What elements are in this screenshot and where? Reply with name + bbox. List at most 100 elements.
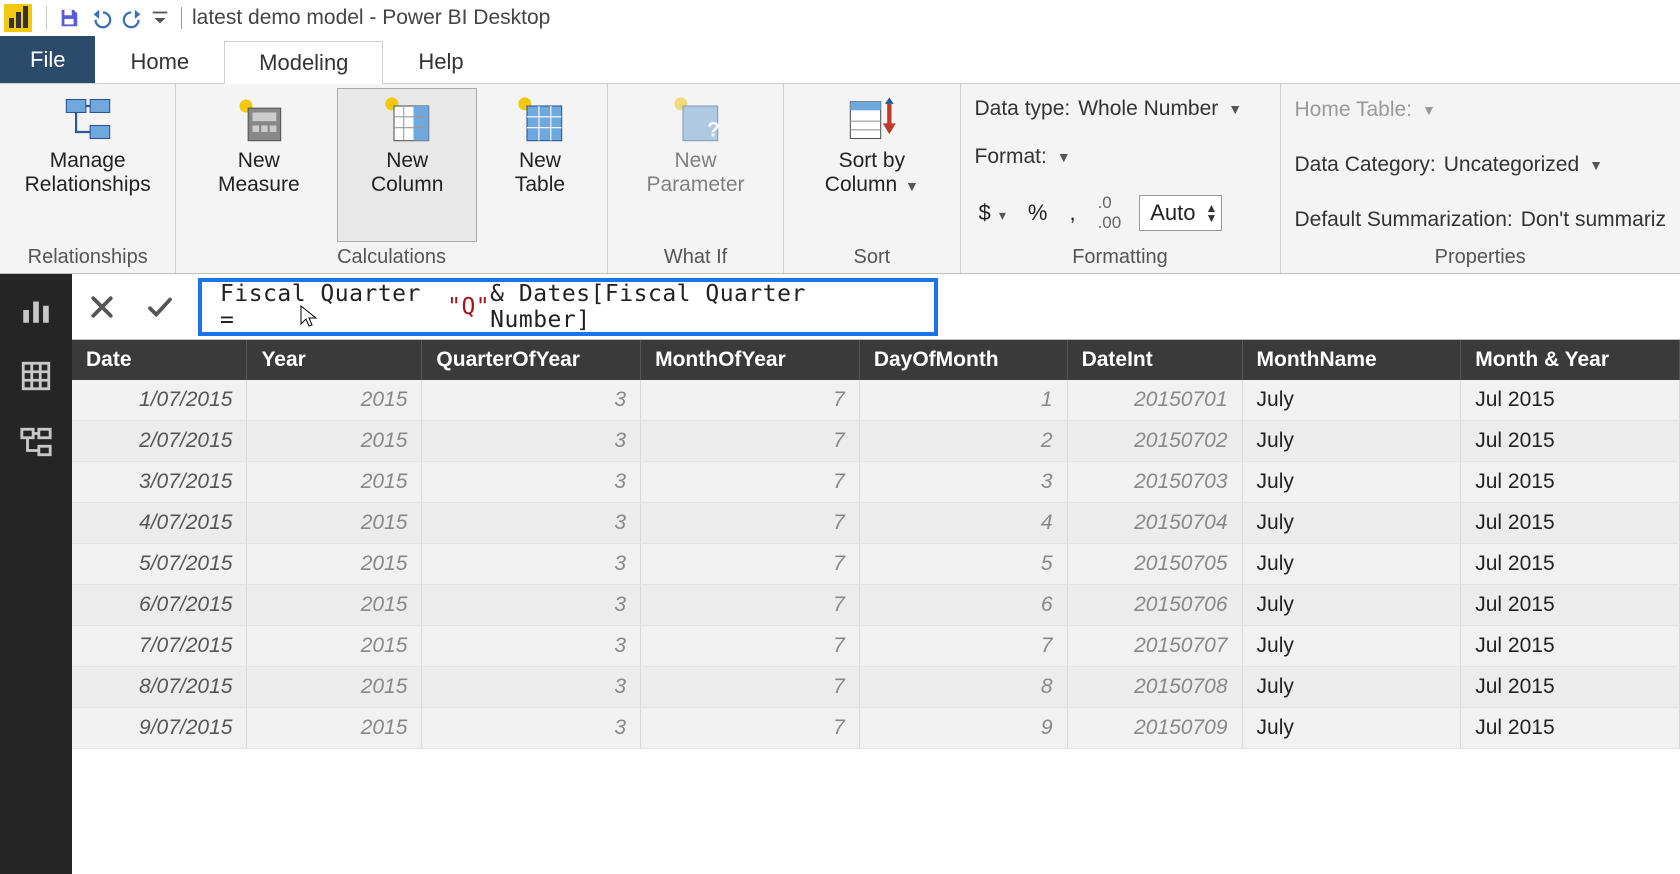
cell[interactable]: Jul 2015 [1461,503,1680,544]
cell[interactable]: Jul 2015 [1461,544,1680,585]
cell[interactable]: 7 [641,421,860,462]
cell[interactable]: 3 [422,421,641,462]
cell[interactable]: 6 [859,585,1067,626]
column-header[interactable]: MonthOfYear [641,340,860,380]
cell[interactable]: 2015 [247,380,422,421]
table-row[interactable]: 4/07/2015201537420150704JulyJul 2015 [72,503,1680,544]
cell[interactable]: July [1242,626,1461,667]
cell[interactable]: 20150703 [1067,462,1242,503]
column-header[interactable]: DateInt [1067,340,1242,380]
cell[interactable]: 3 [422,503,641,544]
cell[interactable]: 7 [641,503,860,544]
undo-button[interactable] [85,2,117,34]
cell[interactable]: 20150704 [1067,503,1242,544]
table-row[interactable]: 5/07/2015201537520150705JulyJul 2015 [72,544,1680,585]
cell[interactable]: 3 [422,544,641,585]
cell[interactable]: 5/07/2015 [72,544,247,585]
cell[interactable]: 4/07/2015 [72,503,247,544]
cell[interactable]: July [1242,380,1461,421]
decimals-stepper[interactable]: Auto ▲▼ [1139,195,1222,231]
data-view-button[interactable] [14,354,58,398]
cell[interactable]: 1 [859,380,1067,421]
sort-by-column-button[interactable]: Sort by Column ▼ [792,88,951,242]
table-row[interactable]: 9/07/2015201537920150709JulyJul 2015 [72,708,1680,749]
new-measure-button[interactable]: New Measure [184,88,333,242]
customize-qat-button[interactable] [149,2,171,34]
cell[interactable]: Jul 2015 [1461,462,1680,503]
column-header[interactable]: Year [247,340,422,380]
cell[interactable]: 3 [422,626,641,667]
cell[interactable]: 2 [859,421,1067,462]
cell[interactable]: 3 [859,462,1067,503]
cell[interactable]: Jul 2015 [1461,421,1680,462]
cell[interactable]: 20150709 [1067,708,1242,749]
cell[interactable]: 1/07/2015 [72,380,247,421]
cell[interactable]: 9/07/2015 [72,708,247,749]
cell[interactable]: 7 [641,708,860,749]
cell[interactable]: 3 [422,462,641,503]
cell[interactable]: 20150706 [1067,585,1242,626]
cell[interactable]: July [1242,708,1461,749]
tab-help[interactable]: Help [383,40,498,83]
cell[interactable]: July [1242,421,1461,462]
cell[interactable]: July [1242,503,1461,544]
currency-button[interactable]: $ ▾ [975,200,1010,226]
new-table-button[interactable]: New Table [481,88,599,242]
column-header[interactable]: Month & Year [1461,340,1680,380]
cell[interactable]: 3 [422,708,641,749]
cell[interactable]: Jul 2015 [1461,626,1680,667]
cell[interactable]: 7/07/2015 [72,626,247,667]
redo-button[interactable] [117,2,149,34]
table-row[interactable]: 8/07/2015201537820150708JulyJul 2015 [72,667,1680,708]
cell[interactable]: 5 [859,544,1067,585]
cell[interactable]: 2/07/2015 [72,421,247,462]
table-row[interactable]: 1/07/2015201537120150701JulyJul 2015 [72,380,1680,421]
cell[interactable]: 8/07/2015 [72,667,247,708]
manage-relationships-button[interactable]: Manage Relationships [8,88,167,242]
cell[interactable]: 20150701 [1067,380,1242,421]
table-row[interactable]: 2/07/2015201537220150702JulyJul 2015 [72,421,1680,462]
column-header[interactable]: MonthName [1242,340,1461,380]
cell[interactable]: 3/07/2015 [72,462,247,503]
tab-modeling[interactable]: Modeling [224,41,383,84]
commit-formula-button[interactable] [140,287,180,327]
tab-file[interactable]: File [0,36,95,83]
default-summarization-dropdown[interactable]: Default Summarization: Don't summariz [1295,208,1666,232]
cell[interactable]: July [1242,667,1461,708]
cell[interactable]: Jul 2015 [1461,708,1680,749]
cell[interactable]: 2015 [247,544,422,585]
cell[interactable]: 7 [641,667,860,708]
cell[interactable]: 7 [641,380,860,421]
cell[interactable]: 7 [641,462,860,503]
data-type-dropdown[interactable]: Data type: Whole Number ▼ [975,97,1243,121]
cell[interactable]: 6/07/2015 [72,585,247,626]
cell[interactable]: Jul 2015 [1461,380,1680,421]
format-dropdown[interactable]: Format: ▼ [975,145,1243,169]
cell[interactable]: 2015 [247,421,422,462]
data-category-dropdown[interactable]: Data Category: Uncategorized ▼ [1295,153,1666,177]
cell[interactable]: 8 [859,667,1067,708]
cell[interactable]: July [1242,544,1461,585]
cell[interactable]: 20150702 [1067,421,1242,462]
thousands-button[interactable]: , [1065,200,1079,226]
cell[interactable]: 2015 [247,626,422,667]
cell[interactable]: 2015 [247,667,422,708]
cell[interactable]: 2015 [247,585,422,626]
cell[interactable]: 3 [422,585,641,626]
cell[interactable]: 4 [859,503,1067,544]
cell[interactable]: 7 [859,626,1067,667]
column-header[interactable]: QuarterOfYear [422,340,641,380]
cell[interactable]: 2015 [247,503,422,544]
cell[interactable]: July [1242,585,1461,626]
cancel-formula-button[interactable] [82,287,122,327]
formula-input[interactable]: Fiscal Quarter = "Q" & Dates[Fiscal Quar… [198,278,938,336]
cell[interactable]: Jul 2015 [1461,667,1680,708]
cell[interactable]: 3 [422,667,641,708]
cell[interactable]: 20150707 [1067,626,1242,667]
cell[interactable]: 9 [859,708,1067,749]
cell[interactable]: 2015 [247,462,422,503]
cell[interactable]: Jul 2015 [1461,585,1680,626]
table-row[interactable]: 6/07/2015201537620150706JulyJul 2015 [72,585,1680,626]
column-header[interactable]: DayOfMonth [859,340,1067,380]
cell[interactable]: 7 [641,626,860,667]
